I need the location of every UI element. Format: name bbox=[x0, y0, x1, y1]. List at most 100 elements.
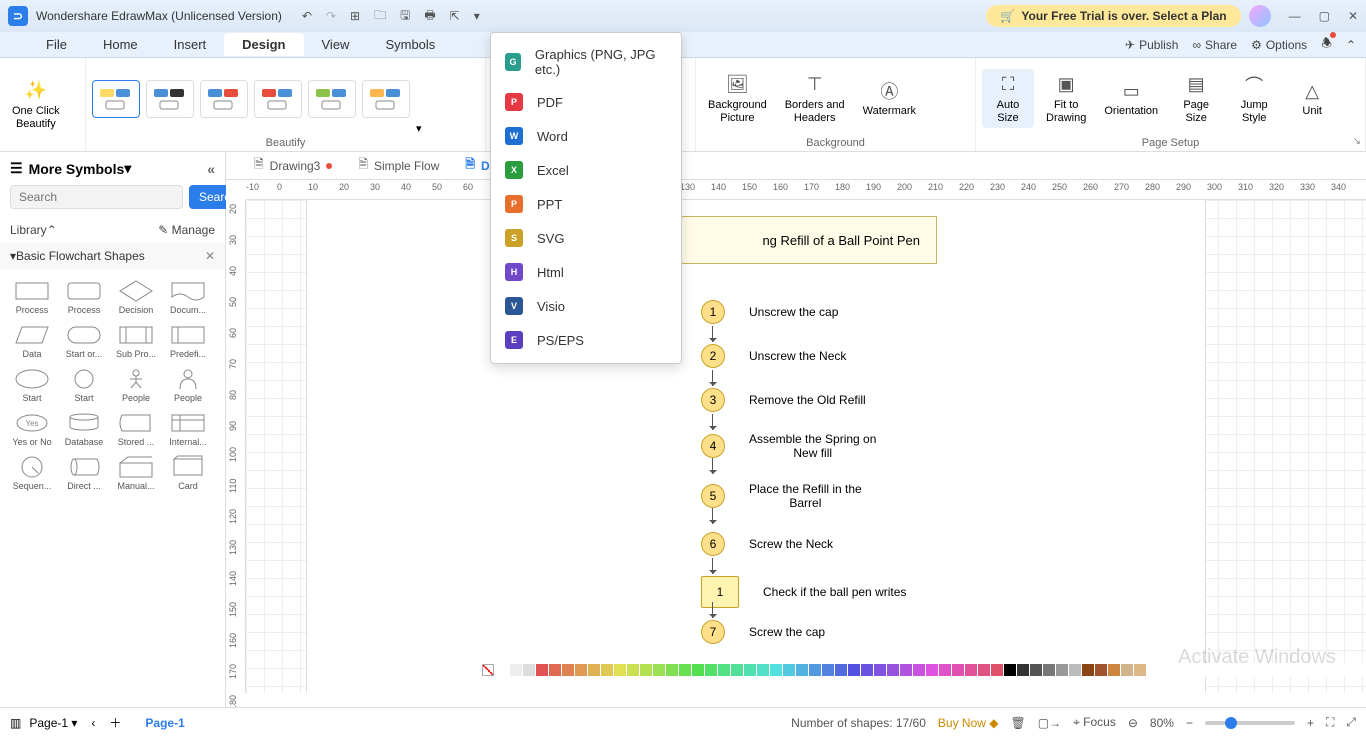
color-swatch[interactable] bbox=[588, 664, 600, 676]
theme-swatch-5[interactable] bbox=[362, 80, 410, 118]
color-swatch[interactable] bbox=[939, 664, 951, 676]
redo-icon[interactable]: ↷ bbox=[326, 9, 336, 23]
color-swatch[interactable] bbox=[497, 664, 509, 676]
shape-database[interactable]: Database bbox=[58, 407, 110, 451]
maximize-icon[interactable]: ▢ bbox=[1319, 9, 1330, 23]
dropdown-icon[interactable]: ▾ bbox=[124, 160, 131, 177]
shape-people[interactable]: People bbox=[110, 363, 162, 407]
export-html[interactable]: HHtml bbox=[491, 255, 681, 289]
themes-more-icon[interactable]: ▾ bbox=[416, 122, 422, 135]
export-icon[interactable]: ⇱ bbox=[450, 9, 460, 23]
color-swatch[interactable] bbox=[1030, 664, 1042, 676]
export-excel[interactable]: XExcel bbox=[491, 153, 681, 187]
shape-sequen-[interactable]: Sequen... bbox=[6, 451, 58, 495]
user-avatar[interactable] bbox=[1249, 5, 1271, 27]
color-swatch[interactable] bbox=[614, 664, 626, 676]
zoom-minus-icon[interactable]: − bbox=[1186, 716, 1193, 730]
page-dropdown[interactable]: Page-1 ▾ bbox=[29, 716, 77, 730]
print-icon[interactable]: 🖶 bbox=[424, 6, 435, 27]
shape-predefi-[interactable]: Predefi... bbox=[162, 319, 214, 363]
color-swatch[interactable] bbox=[653, 664, 665, 676]
fullscreen-icon[interactable]: ⤢ bbox=[1346, 715, 1356, 730]
color-swatch[interactable] bbox=[900, 664, 912, 676]
shapes-panel-title[interactable]: More Symbols bbox=[29, 161, 125, 177]
color-swatch[interactable] bbox=[536, 664, 548, 676]
flow-step-2[interactable]: 3Remove the Old Refill bbox=[701, 388, 866, 412]
export-graphics-png-jpg-etc-[interactable]: GGraphics (PNG, JPG etc.) bbox=[491, 39, 681, 85]
library-label[interactable]: Library bbox=[10, 223, 47, 237]
color-swatch[interactable] bbox=[627, 664, 639, 676]
shape-card[interactable]: Card bbox=[162, 451, 214, 495]
color-swatch[interactable] bbox=[1095, 664, 1107, 676]
theme-swatch-3[interactable] bbox=[254, 80, 302, 118]
one-click-beautify-button[interactable]: ✨One Click Beautify bbox=[6, 75, 66, 134]
color-swatch[interactable] bbox=[731, 664, 743, 676]
color-swatch[interactable] bbox=[1121, 664, 1133, 676]
color-swatch[interactable] bbox=[809, 664, 821, 676]
manage-button[interactable]: ✎ Manage bbox=[158, 223, 215, 237]
flow-step-3[interactable]: 4Assemble the Spring on New fill bbox=[701, 432, 876, 460]
color-swatch[interactable] bbox=[692, 664, 704, 676]
flow-step-4[interactable]: 5Place the Refill in the Barrel bbox=[701, 482, 862, 510]
menu-view[interactable]: View bbox=[304, 33, 368, 56]
zoom-slider[interactable] bbox=[1205, 721, 1295, 725]
color-swatch[interactable] bbox=[575, 664, 587, 676]
color-swatch[interactable] bbox=[991, 664, 1003, 676]
flow-step-6[interactable]: 1Check if the ball pen writes bbox=[701, 576, 906, 608]
close-section-icon[interactable]: ✕ bbox=[205, 249, 215, 263]
shapes-section-header[interactable]: ▾ Basic Flowchart Shapes ✕ bbox=[0, 243, 225, 269]
color-swatch[interactable] bbox=[783, 664, 795, 676]
color-swatch[interactable] bbox=[1134, 664, 1146, 676]
shape-people[interactable]: People bbox=[162, 363, 214, 407]
shape-start[interactable]: Start bbox=[58, 363, 110, 407]
focus-button[interactable]: ⌖ Focus bbox=[1073, 715, 1116, 730]
theme-swatch-2[interactable] bbox=[200, 80, 248, 118]
color-swatch[interactable] bbox=[1069, 664, 1081, 676]
unit-button[interactable]: △Unit bbox=[1286, 75, 1338, 122]
tab-drawing3[interactable]: 🗎Drawing3 bbox=[244, 152, 342, 180]
auto-size-button[interactable]: ⛶Auto Size bbox=[982, 69, 1034, 128]
minimize-icon[interactable]: — bbox=[1289, 9, 1301, 23]
undo-icon[interactable]: ↶ bbox=[302, 9, 312, 23]
color-swatch[interactable] bbox=[978, 664, 990, 676]
color-swatch[interactable] bbox=[952, 664, 964, 676]
new-icon[interactable]: ⊞ bbox=[350, 9, 360, 23]
zoom-out-100-icon[interactable]: ⊖ bbox=[1128, 716, 1138, 730]
tab-simple flow[interactable]: 🗎Simple Flow bbox=[348, 152, 449, 180]
color-swatch[interactable] bbox=[640, 664, 652, 676]
shape-docum-[interactable]: Docum... bbox=[162, 275, 214, 319]
color-swatch[interactable] bbox=[861, 664, 873, 676]
theme-swatch-1[interactable] bbox=[146, 80, 194, 118]
shape-stored-[interactable]: Stored ... bbox=[110, 407, 162, 451]
color-swatch[interactable] bbox=[666, 664, 678, 676]
shape-internal-[interactable]: Internal... bbox=[162, 407, 214, 451]
color-swatch[interactable] bbox=[562, 664, 574, 676]
buy-now-link[interactable]: Buy Now ◆ bbox=[938, 716, 999, 730]
flow-step-5[interactable]: 6Screw the Neck bbox=[701, 532, 833, 556]
borders-headers-button[interactable]: ⊤Borders and Headers bbox=[779, 69, 851, 128]
export-ps-eps[interactable]: EPS/EPS bbox=[491, 323, 681, 357]
flow-step-1[interactable]: 2Unscrew the Neck bbox=[701, 344, 846, 368]
color-swatch[interactable] bbox=[1017, 664, 1029, 676]
export-visio[interactable]: VVisio bbox=[491, 289, 681, 323]
qat-more-icon[interactable]: ▾ bbox=[474, 9, 480, 23]
color-swatch[interactable] bbox=[1082, 664, 1094, 676]
shape-process[interactable]: Process bbox=[6, 275, 58, 319]
color-swatch[interactable] bbox=[874, 664, 886, 676]
color-swatch[interactable] bbox=[796, 664, 808, 676]
color-swatch[interactable] bbox=[965, 664, 977, 676]
watermark-button[interactable]: ⒶWatermark bbox=[857, 75, 922, 122]
shape-start-or-[interactable]: Start or... bbox=[58, 319, 110, 363]
color-swatch[interactable] bbox=[601, 664, 613, 676]
publish-button[interactable]: ✈ Publish bbox=[1125, 38, 1178, 52]
trial-banner[interactable]: 🛒 Your Free Trial is over. Select a Plan bbox=[986, 5, 1240, 27]
flow-step-0[interactable]: 1Unscrew the cap bbox=[701, 300, 838, 324]
fit-page-icon[interactable]: ⛶ bbox=[1326, 715, 1334, 730]
page-size-button[interactable]: ▤Page Size bbox=[1170, 69, 1222, 128]
save-icon[interactable]: 🖫 bbox=[400, 6, 410, 27]
color-swatch[interactable] bbox=[757, 664, 769, 676]
color-swatch[interactable] bbox=[718, 664, 730, 676]
color-swatch[interactable] bbox=[1043, 664, 1055, 676]
shape-decision[interactable]: Decision bbox=[110, 275, 162, 319]
jump-style-button[interactable]: ⌒Jump Style bbox=[1228, 69, 1280, 128]
